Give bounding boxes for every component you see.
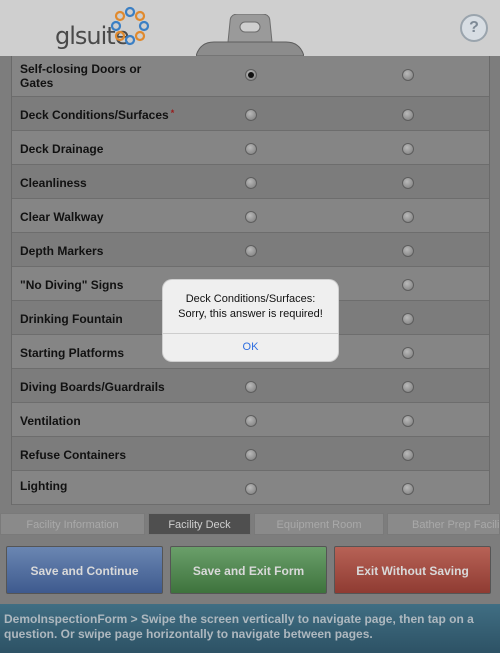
- no-radio[interactable]: [402, 279, 414, 291]
- question-label: Depth Markers: [20, 244, 104, 258]
- question-row[interactable]: Diving Boards/Guardrails: [12, 369, 489, 403]
- question-label: Drinking Fountain: [20, 312, 123, 326]
- no-radio[interactable]: [402, 449, 414, 461]
- status-bar: DemoInspectionForm > Swipe the screen ve…: [0, 604, 500, 653]
- clipboard-clip-icon: [196, 14, 304, 57]
- alert-message: Deck Conditions/Surfaces: Sorry, this an…: [163, 292, 338, 322]
- question-label: Deck Drainage: [20, 142, 104, 156]
- logo-mark-icon: [110, 6, 150, 46]
- question-label: Lighting: [20, 479, 68, 493]
- question-label: Clear Walkway: [20, 210, 104, 224]
- yes-radio[interactable]: [245, 381, 257, 393]
- yes-radio[interactable]: [245, 143, 257, 155]
- no-radio[interactable]: [402, 177, 414, 189]
- no-radio[interactable]: [402, 211, 414, 223]
- yes-radio[interactable]: [245, 415, 257, 427]
- yes-radio[interactable]: [245, 109, 257, 121]
- alert-text: Sorry, this answer is required!: [178, 308, 323, 320]
- question-label: Cleanliness: [20, 176, 87, 190]
- yes-radio-selected[interactable]: [245, 69, 257, 81]
- yes-radio[interactable]: [245, 177, 257, 189]
- question-row[interactable]: Self-closing Doors or Gates: [12, 56, 489, 97]
- yes-radio[interactable]: [245, 211, 257, 223]
- question-row[interactable]: Ventilation: [12, 403, 489, 437]
- question-label: Ventilation: [20, 414, 81, 428]
- question-label: Starting Platforms: [20, 346, 125, 360]
- yes-radio[interactable]: [245, 483, 257, 495]
- question-icon: ?: [469, 19, 479, 36]
- tab-facility-deck[interactable]: Facility Deck: [148, 513, 251, 535]
- required-answer-alert: Deck Conditions/Surfaces: Sorry, this an…: [163, 280, 338, 361]
- yes-radio[interactable]: [245, 245, 257, 257]
- question-row[interactable]: Cleanliness: [12, 165, 489, 199]
- question-label: Refuse Containers: [20, 448, 127, 462]
- alert-title: Deck Conditions/Surfaces:: [185, 293, 316, 305]
- question-row[interactable]: Deck Conditions/Surfaces *: [12, 97, 489, 131]
- question-row[interactable]: Refuse Containers: [12, 437, 489, 471]
- save-and-continue-button[interactable]: Save and Continue: [6, 546, 163, 594]
- exit-without-saving-button[interactable]: Exit Without Saving: [334, 546, 491, 594]
- yes-radio[interactable]: [245, 449, 257, 461]
- no-radio[interactable]: [402, 415, 414, 427]
- no-radio[interactable]: [402, 109, 414, 121]
- no-radio[interactable]: [402, 347, 414, 359]
- tab-facility-information[interactable]: Facility Information: [0, 513, 145, 535]
- required-marker: *: [170, 108, 175, 118]
- no-radio[interactable]: [402, 69, 414, 81]
- ok-button[interactable]: OK: [163, 335, 338, 359]
- help-button[interactable]: ?: [460, 14, 488, 42]
- save-and-exit-button[interactable]: Save and Exit Form: [170, 546, 327, 594]
- question-row[interactable]: Depth Markers: [12, 233, 489, 267]
- tab-bather-prep-facilities[interactable]: Bather Prep Facili: [387, 513, 500, 535]
- no-radio[interactable]: [402, 483, 414, 495]
- question-label: Self-closing Doors or Gates: [20, 62, 142, 90]
- app-header: glsuite ?: [0, 0, 500, 57]
- question-label: Deck Conditions/Surfaces *: [20, 108, 175, 122]
- question-row[interactable]: Lighting: [12, 471, 489, 505]
- question-row[interactable]: Deck Drainage: [12, 131, 489, 165]
- no-radio[interactable]: [402, 245, 414, 257]
- no-radio[interactable]: [402, 313, 414, 325]
- no-radio[interactable]: [402, 143, 414, 155]
- question-row[interactable]: Clear Walkway: [12, 199, 489, 233]
- page-tabs: Facility Information Facility Deck Equip…: [0, 513, 500, 537]
- tab-equipment-room[interactable]: Equipment Room: [254, 513, 384, 535]
- alert-divider: [163, 333, 338, 334]
- question-label: "No Diving" Signs: [20, 278, 124, 292]
- question-label: Diving Boards/Guardrails: [20, 380, 165, 394]
- no-radio[interactable]: [402, 381, 414, 393]
